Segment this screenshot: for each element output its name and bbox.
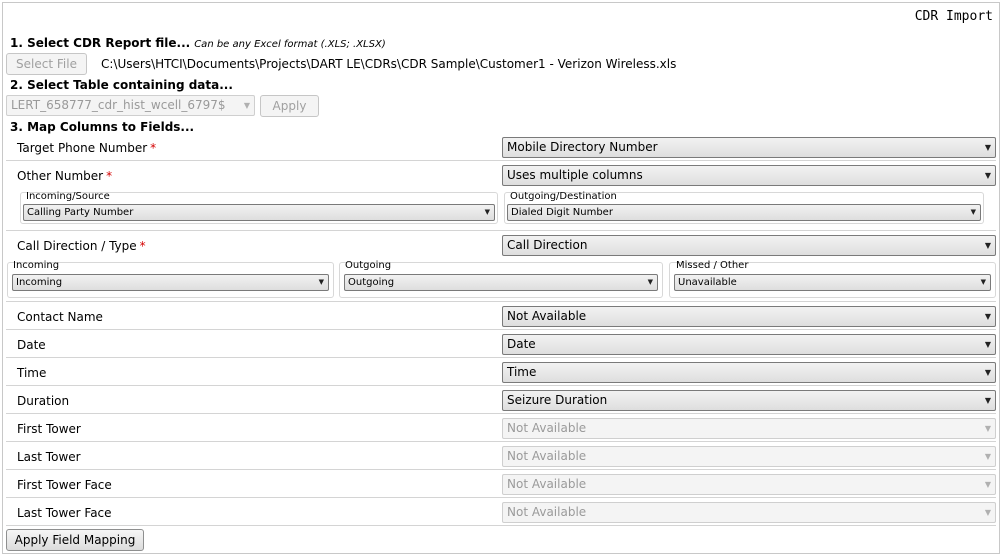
missed-other-value: Unavailable: [678, 277, 737, 288]
time-select[interactable]: Time ▼: [502, 362, 996, 383]
first-tower-select[interactable]: Not Available ▼: [502, 418, 996, 439]
apply-field-mapping-button[interactable]: Apply Field Mapping: [6, 529, 144, 551]
call-direction-select[interactable]: Call Direction ▼: [502, 235, 996, 256]
first-tower-value: Not Available: [507, 421, 587, 435]
divider: [6, 329, 996, 330]
required-marker: *: [150, 141, 157, 155]
apply-table-button[interactable]: Apply: [260, 95, 319, 117]
chevron-down-icon: ▼: [984, 143, 991, 152]
chevron-down-icon: ▼: [970, 208, 976, 216]
select-file-button[interactable]: Select File: [6, 53, 87, 75]
last-tower-face-label: Last Tower Face: [17, 506, 112, 520]
time-label: Time: [17, 366, 47, 380]
first-tower-face-label: First Tower Face: [17, 478, 112, 492]
contact-name-select[interactable]: Not Available ▼: [502, 306, 996, 327]
incoming-source-label: Incoming/Source: [26, 191, 110, 202]
required-marker: *: [139, 239, 146, 253]
chevron-down-icon: ▼: [984, 396, 991, 405]
required-marker: *: [106, 169, 113, 183]
last-tower-label: Last Tower: [17, 450, 81, 464]
last-tower-face-select[interactable]: Not Available ▼: [502, 502, 996, 523]
date-value: Date: [507, 337, 536, 351]
file-path: C:\Users\HTCI\Documents\Projects\DART LE…: [101, 57, 677, 71]
outgoing-destination-label: Outgoing/Destination: [510, 191, 617, 202]
divider: [6, 413, 996, 414]
incoming-source-select[interactable]: Calling Party Number ▼: [23, 204, 495, 221]
chevron-down-icon: ▼: [984, 171, 991, 180]
call-direction-label: Call Direction / Type *: [17, 239, 146, 253]
first-tower-face-select[interactable]: Not Available ▼: [502, 474, 996, 495]
missed-other-select[interactable]: Unavailable ▼: [674, 274, 991, 291]
date-select[interactable]: Date ▼: [502, 334, 996, 355]
chevron-down-icon: ▼: [484, 208, 490, 216]
date-label: Date: [17, 338, 46, 352]
duration-select[interactable]: Seizure Duration ▼: [502, 390, 996, 411]
time-value: Time: [507, 365, 537, 379]
table-select-value: LERT_658777_cdr_hist_wcell_6797$: [11, 98, 226, 112]
outgoing-destination-select[interactable]: Dialed Digit Number ▼: [507, 204, 981, 221]
table-select[interactable]: LERT_658777_cdr_hist_wcell_6797$ ▼: [6, 95, 255, 116]
outgoing-select[interactable]: Outgoing ▼: [344, 274, 658, 291]
page-title: CDR Import: [914, 9, 993, 24]
incoming-label: Incoming: [13, 260, 60, 271]
other-number-value: Uses multiple columns: [507, 168, 643, 182]
step1-label: 1. Select CDR Report file...: [10, 36, 191, 50]
outgoing-destination-value: Dialed Digit Number: [511, 207, 613, 218]
outgoing-label: Outgoing: [345, 260, 392, 271]
incoming-value: Incoming: [16, 277, 63, 288]
chevron-down-icon: ▼: [984, 508, 991, 517]
divider: [6, 497, 996, 498]
duration-value: Seizure Duration: [507, 393, 608, 407]
chevron-down-icon: ▼: [984, 368, 991, 377]
divider: [6, 357, 996, 358]
outgoing-value: Outgoing: [348, 277, 395, 288]
call-direction-value: Call Direction: [507, 238, 588, 252]
duration-label: Duration: [17, 394, 70, 408]
missed-other-label: Missed / Other: [676, 260, 749, 271]
chevron-down-icon: ▼: [980, 278, 986, 286]
step1-hint: Can be any Excel format (.XLS; .XLSX): [194, 39, 386, 50]
last-tower-value: Not Available: [507, 449, 587, 463]
chevron-down-icon: ▼: [984, 241, 991, 250]
other-number-select[interactable]: Uses multiple columns ▼: [502, 165, 996, 186]
first-tower-face-value: Not Available: [507, 477, 587, 491]
divider: [6, 385, 996, 386]
chevron-down-icon: ▼: [984, 480, 991, 489]
first-tower-label: First Tower: [17, 422, 81, 436]
step2-label: 2. Select Table containing data...: [10, 78, 233, 92]
target-phone-select[interactable]: Mobile Directory Number ▼: [502, 137, 996, 158]
divider: [6, 469, 996, 470]
last-tower-select[interactable]: Not Available ▼: [502, 446, 996, 467]
incoming-source-value: Calling Party Number: [27, 207, 134, 218]
target-phone-value: Mobile Directory Number: [507, 140, 658, 154]
chevron-down-icon: ▼: [984, 424, 991, 433]
chevron-down-icon: ▼: [243, 101, 250, 110]
chevron-down-icon: ▼: [984, 452, 991, 461]
divider: [6, 160, 996, 161]
divider: [6, 230, 996, 231]
step1-heading: 1. Select CDR Report file... Can be any E…: [10, 36, 386, 50]
last-tower-face-value: Not Available: [507, 505, 587, 519]
step3-label: 3. Map Columns to Fields...: [10, 120, 195, 134]
contact-name-label: Contact Name: [17, 310, 103, 324]
chevron-down-icon: ▼: [318, 278, 324, 286]
divider: [6, 525, 996, 526]
chevron-down-icon: ▼: [984, 312, 991, 321]
incoming-select[interactable]: Incoming ▼: [12, 274, 329, 291]
target-phone-label: Target Phone Number *: [17, 141, 157, 155]
divider: [6, 441, 996, 442]
contact-name-value: Not Available: [507, 309, 587, 323]
chevron-down-icon: ▼: [984, 340, 991, 349]
divider: [6, 301, 996, 302]
other-number-label: Other Number *: [17, 169, 113, 183]
chevron-down-icon: ▼: [647, 278, 653, 286]
